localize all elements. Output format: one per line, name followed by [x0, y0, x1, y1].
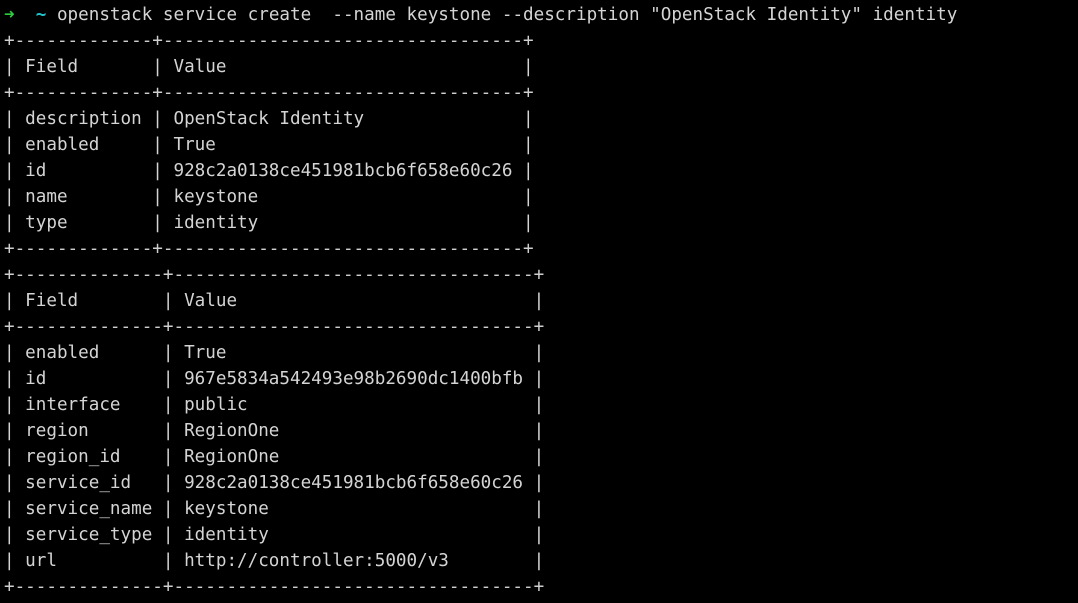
- table1-row-type: | type | identity |: [4, 213, 534, 233]
- table2-row-enabled: | enabled | True |: [4, 343, 545, 363]
- table2-border-top: +--------------+------------------------…: [4, 265, 545, 285]
- table2-row-service-type: | service_type | identity |: [4, 525, 545, 545]
- table1-row-id: | id | 928c2a0138ce451981bcb6f658e60c26 …: [4, 161, 534, 181]
- table1-border-bottom: +-------------+-------------------------…: [4, 239, 534, 259]
- table2-row-service-name: | service_name | keystone |: [4, 499, 545, 519]
- table1-header-row: | Field | Value |: [4, 57, 534, 77]
- table2-header-row: | Field | Value |: [4, 291, 545, 311]
- table2-row-service-id: | service_id | 928c2a0138ce451981bcb6f65…: [4, 473, 545, 493]
- table2-row-region-id: | region_id | RegionOne |: [4, 447, 545, 467]
- table2-row-id: | id | 967e5834a542493e98b2690dc1400bfb …: [4, 369, 545, 389]
- command-text[interactable]: openstack service create --name keystone…: [57, 5, 957, 25]
- table1-border-top: +-------------+-------------------------…: [4, 31, 534, 51]
- table2-border-bottom: +--------------+------------------------…: [4, 577, 545, 597]
- prompt-cwd: ~: [35, 5, 47, 25]
- terminal-window[interactable]: ➜ ~ openstack service create --name keys…: [0, 0, 1078, 603]
- prompt-arrow-icon: ➜: [4, 5, 15, 25]
- table1-row-name: | name | keystone |: [4, 187, 534, 207]
- prompt-line: ➜ ~ openstack service create --name keys…: [4, 2, 1078, 28]
- table2-row-interface: | interface | public |: [4, 395, 545, 415]
- table2-border-header: +--------------+------------------------…: [4, 317, 545, 337]
- table1-row-description: | description | OpenStack Identity |: [4, 109, 534, 129]
- table1-row-enabled: | enabled | True |: [4, 135, 534, 155]
- table2-row-url: | url | http://controller:5000/v3 |: [4, 551, 545, 571]
- table2-row-region: | region | RegionOne |: [4, 421, 545, 441]
- table1-border-header: +-------------+-------------------------…: [4, 83, 534, 103]
- terminal-output: +-------------+-------------------------…: [4, 28, 1078, 600]
